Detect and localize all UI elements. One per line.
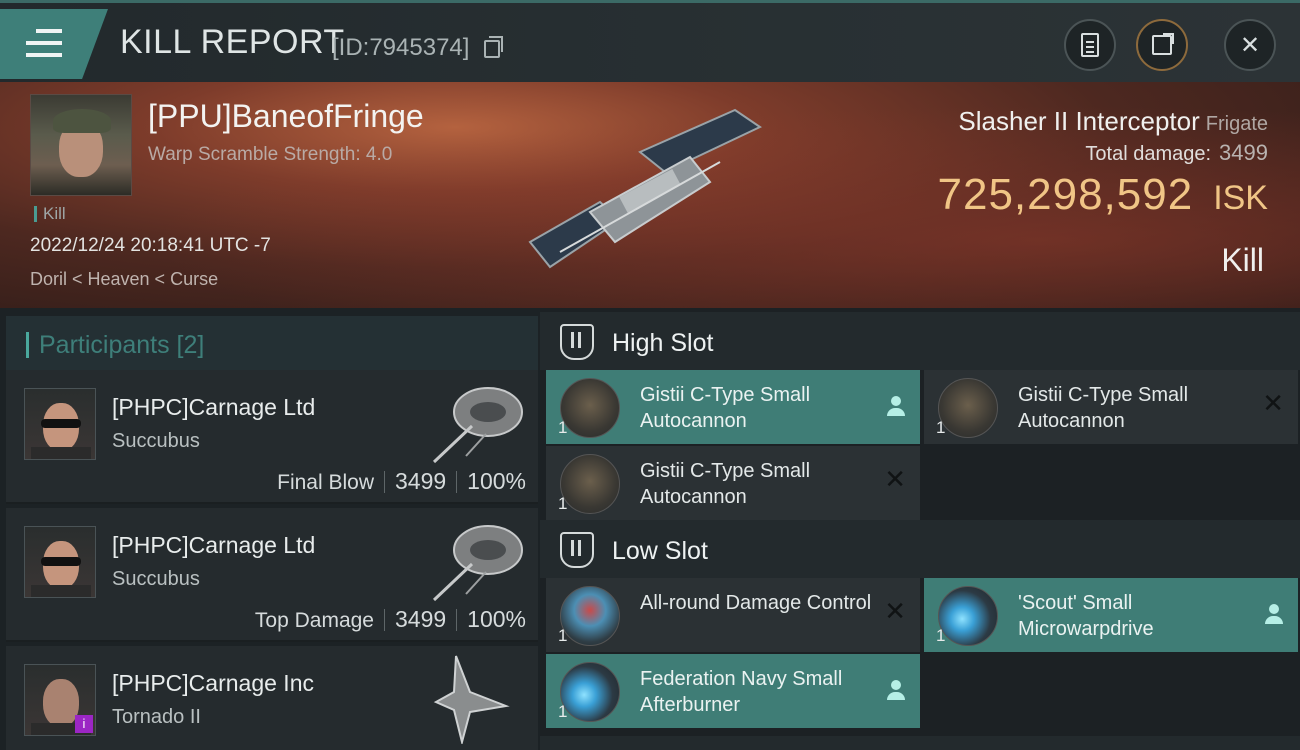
participants-label: Participants [2]: [26, 332, 204, 358]
isk-value: 725,298,592 ISK: [938, 170, 1269, 220]
victim-banner: [PPU]BaneofFringe Warp Scramble Strength…: [0, 82, 1300, 308]
module-slot[interactable]: 1 'Scout' Small Microwarpdrive: [924, 578, 1298, 652]
module-slot[interactable]: 1 Gistii C-Type Small Autocannon: [546, 370, 920, 444]
destroyed-x-icon: ✕: [884, 596, 906, 626]
module-qty: 1: [558, 494, 568, 513]
close-button[interactable]: ✕: [1224, 19, 1276, 71]
module-name: Gistii C-Type Small Autocannon: [640, 384, 811, 432]
menu-button[interactable]: [0, 9, 108, 79]
mid-slot-header-partial: [540, 736, 1300, 750]
module-name: Gistii C-Type Small Autocannon: [1018, 384, 1189, 432]
victim-subtitle: Warp Scramble Strength: 4.0: [148, 144, 393, 165]
module-qty: 1: [558, 626, 568, 645]
ship-class: Frigate: [1205, 113, 1268, 135]
module-name: Federation Navy Small Afterburner: [640, 668, 843, 716]
kill-tag: Kill: [34, 205, 66, 222]
isk-unit: ISK: [1213, 179, 1268, 217]
avatar[interactable]: [24, 526, 96, 598]
info-badge: i: [75, 715, 93, 733]
module-qty: 1: [558, 702, 568, 721]
low-slot-header: Low Slot: [540, 520, 1300, 578]
participant-role: Final Blow: [277, 471, 374, 494]
share-icon: [1152, 33, 1174, 55]
avatar[interactable]: i: [24, 664, 96, 736]
participant-ship: Tornado II: [112, 706, 201, 728]
result-label: Kill: [1221, 242, 1264, 278]
participant-damage: 3499: [395, 606, 447, 632]
participant-ship: Succubus: [112, 568, 200, 590]
high-slot-label: High Slot: [612, 329, 714, 357]
header-bar: KILL REPORT [ID:7945374] ✕: [0, 0, 1300, 82]
kill-timestamp: 2022/12/24 20:18:41 UTC -7: [30, 235, 271, 256]
destroyed-x-icon: ✕: [1262, 388, 1284, 418]
person-icon: [886, 680, 906, 702]
module-slot[interactable]: 1 Gistii C-Type Small Autocannon ✕: [546, 446, 920, 520]
high-slot-header: High Slot: [540, 312, 1300, 370]
high-slot-icon: [560, 324, 594, 360]
participant-name: [PHPC]Carnage Ltd: [112, 394, 316, 420]
participant-damage: 3499: [395, 468, 447, 494]
isk-amount: 725,298,592: [937, 170, 1194, 219]
participant-percent: 100%: [467, 606, 526, 632]
module-qty: 1: [936, 626, 946, 645]
participants-panel: Participants [2] [PHPC]Carnage Ltd Succu…: [0, 308, 540, 750]
module-name: 'Scout' Small Microwarpdrive: [1018, 592, 1154, 640]
victim-ship-type[interactable]: Slasher II Interceptor Frigate: [958, 106, 1268, 137]
module-qty: 1: [558, 418, 568, 437]
participant-row[interactable]: [PHPC]Carnage Ltd Succubus Final Blow 349…: [6, 370, 538, 504]
hamburger-icon: [26, 29, 62, 57]
person-icon: [886, 396, 906, 418]
module-name: Gistii C-Type Small Autocannon: [640, 460, 811, 508]
participants-header: Participants [2]: [6, 316, 538, 374]
kill-location[interactable]: Doril < Heaven < Curse: [30, 269, 218, 290]
participant-ship-image: [432, 387, 523, 464]
autocannon-icon: [560, 378, 620, 438]
module-qty: 1: [936, 418, 946, 437]
destroyed-x-icon: ✕: [884, 464, 906, 494]
autocannon-icon: [938, 378, 998, 438]
participant-stats: Final Blow 3499 100%: [277, 468, 526, 495]
participant-ship: Succubus: [112, 430, 200, 452]
person-icon: [1264, 604, 1284, 626]
module-slot[interactable]: 1 All-round Damage Control ✕: [546, 578, 920, 652]
total-damage-value: 3499: [1219, 140, 1268, 165]
participant-ship-image: [432, 525, 523, 602]
total-damage: Total damage: 3499: [1085, 140, 1268, 166]
microwarpdrive-icon: [938, 586, 998, 646]
low-slot-icon: [560, 532, 594, 568]
page-title: KILL REPORT: [120, 23, 345, 61]
participant-stats: Top Damage 3499 100%: [255, 606, 526, 633]
damage-control-icon: [560, 586, 620, 646]
total-damage-label: Total damage:: [1085, 143, 1212, 165]
report-id: [ID:7945374]: [332, 34, 470, 61]
share-button[interactable]: [1136, 19, 1188, 71]
victim-avatar[interactable]: [30, 94, 132, 196]
fitting-panel: High Slot 1 Gistii C-Type Small Autocann…: [540, 308, 1300, 750]
ship-name: Slasher II Interceptor: [958, 106, 1200, 136]
close-icon: ✕: [1239, 31, 1261, 59]
participant-name: [PHPC]Carnage Ltd: [112, 532, 316, 558]
participant-role: Top Damage: [254, 609, 374, 632]
participant-ship-image: [433, 655, 510, 744]
participant-row[interactable]: i [PHPC]Carnage Inc Tornado II: [6, 646, 538, 750]
low-slot-label: Low Slot: [612, 537, 708, 565]
afterburner-icon: [560, 662, 620, 722]
victim-name[interactable]: [PPU]BaneofFringe: [148, 98, 424, 135]
autocannon-icon: [560, 454, 620, 514]
module-name: All-round Damage Control: [640, 592, 872, 614]
clipboard-icon: [1081, 33, 1099, 57]
avatar[interactable]: [24, 388, 96, 460]
victim-ship-image[interactable]: [520, 102, 780, 282]
module-slot[interactable]: 1 Gistii C-Type Small Autocannon ✕: [924, 370, 1298, 444]
clipboard-button[interactable]: [1064, 19, 1116, 71]
participant-name: [PHPC]Carnage Inc: [112, 670, 314, 696]
copy-icon[interactable]: [484, 36, 503, 58]
participant-percent: 100%: [467, 468, 526, 494]
module-slot[interactable]: 1 Federation Navy Small Afterburner: [546, 654, 920, 728]
participant-row[interactable]: [PHPC]Carnage Ltd Succubus Top Damage 349…: [6, 508, 538, 642]
